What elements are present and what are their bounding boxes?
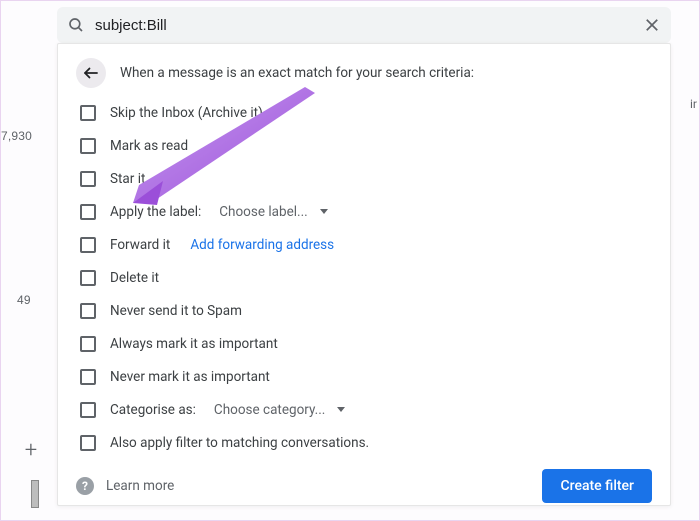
option-never-important: Never mark it as important [78,360,652,393]
help-icon[interactable]: ? [76,477,94,495]
label-mark-read: Mark as read [110,138,188,154]
checkbox-never-spam[interactable] [80,303,96,319]
bg-count-1: 7,930 [1,129,32,143]
option-categorise: Categorise as: Choose category... [78,393,652,426]
chevron-down-icon [320,209,328,214]
checkbox-skip-inbox[interactable] [80,105,96,121]
label-delete: Delete it [110,270,159,286]
dropdown-apply-label-text: Choose label... [219,204,307,220]
dropdown-apply-label[interactable]: Choose label... [219,204,327,220]
label-always-important: Always mark it as important [110,336,278,352]
label-star: Star it [110,171,145,187]
bg-scrollbar-thumb [31,480,39,508]
learn-more-group: ? Learn more [76,477,174,495]
option-never-spam: Never send it to Spam [78,294,652,327]
close-icon[interactable] [643,16,661,34]
label-categorise: Categorise as: [110,402,196,418]
learn-more-link[interactable]: Learn more [106,478,174,494]
search-input[interactable] [95,17,633,34]
option-skip-inbox: Skip the Inbox (Archive it) [78,96,652,129]
checkbox-never-important[interactable] [80,369,96,385]
option-always-important: Always mark it as important [78,327,652,360]
label-forward: Forward it [110,237,170,253]
dropdown-categorise-text: Choose category... [214,402,325,418]
checkbox-always-important[interactable] [80,336,96,352]
option-also-apply: Also apply filter to matching conversati… [78,426,652,459]
bg-truncated-text: ir [690,97,697,111]
label-never-spam: Never send it to Spam [110,303,242,319]
option-apply-label: Apply the label: Choose label... [78,195,652,228]
panel-header-text: When a message is an exact match for you… [120,65,474,81]
checkbox-mark-read[interactable] [80,138,96,154]
dropdown-categorise[interactable]: Choose category... [214,402,345,418]
filter-options: Skip the Inbox (Archive it) Mark as read… [76,96,652,459]
back-button[interactable] [76,58,106,88]
panel-header: When a message is an exact match for you… [76,58,652,96]
link-add-forwarding-address[interactable]: Add forwarding address [190,237,334,253]
panel-footer: ? Learn more Create filter [76,459,652,503]
search-icon [67,16,85,34]
create-filter-button[interactable]: Create filter [542,469,652,503]
checkbox-star[interactable] [80,171,96,187]
compose-plus-icon[interactable]: + [19,438,43,462]
label-skip-inbox: Skip the Inbox (Archive it) [110,105,263,121]
label-never-important: Never mark it as important [110,369,270,385]
checkbox-apply-label[interactable] [80,204,96,220]
option-star: Star it [78,162,652,195]
option-delete: Delete it [78,261,652,294]
label-also-apply: Also apply filter to matching conversati… [110,435,369,451]
label-apply-label: Apply the label: [110,204,201,220]
bg-count-2: 49 [17,293,31,307]
search-bar [57,7,671,43]
checkbox-categorise[interactable] [80,402,96,418]
filter-panel: When a message is an exact match for you… [57,43,671,506]
option-forward: Forward it Add forwarding address [78,228,652,261]
option-mark-read: Mark as read [78,129,652,162]
chevron-down-icon [337,407,345,412]
checkbox-also-apply[interactable] [80,435,96,451]
checkbox-delete[interactable] [80,270,96,286]
checkbox-forward[interactable] [80,237,96,253]
